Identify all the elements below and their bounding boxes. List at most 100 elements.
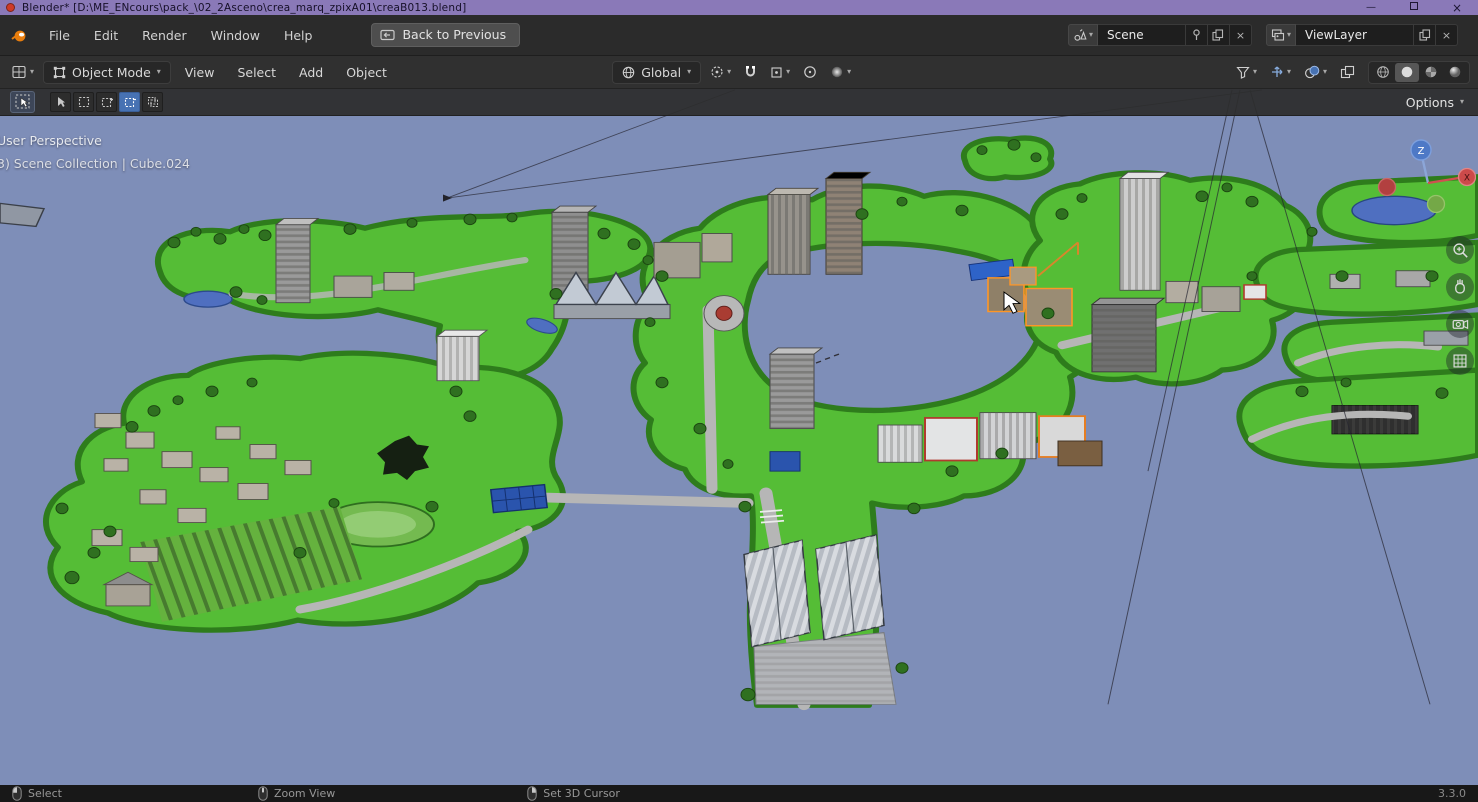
viewport-3d[interactable]: Options ▾ User Perspective 3) Scene Coll…: [0, 89, 1478, 785]
tweak-icon: [55, 96, 67, 108]
proportional-circle-icon: [803, 65, 817, 79]
hand-icon: [1449, 276, 1471, 298]
mode-selector[interactable]: Object Mode ▾: [43, 61, 171, 84]
status-cursor-hint: Set 3D Cursor: [527, 786, 620, 801]
blender-logo-icon[interactable]: [8, 28, 36, 43]
maximize-button[interactable]: [1410, 2, 1418, 13]
left-mouse-icon: [12, 786, 22, 801]
solar-panel-array[interactable]: [491, 485, 547, 513]
chevron-down-icon: ▾: [1089, 31, 1093, 39]
remove-viewlayer-button[interactable]: ×: [1436, 24, 1458, 46]
new-scene-button[interactable]: [1208, 24, 1230, 46]
select-mode-group: [50, 92, 163, 112]
statusbar: Select Zoom View Set 3D Cursor 3.3.0: [0, 785, 1478, 802]
status-select-label: Select: [28, 787, 62, 800]
maximize-icon: [1410, 2, 1418, 10]
menu-edit[interactable]: Edit: [83, 23, 129, 48]
pivot-point-selector[interactable]: ▾: [706, 61, 735, 84]
window-controls: — ×: [1366, 2, 1472, 13]
menu-file[interactable]: File: [38, 23, 81, 48]
greenhouse-1[interactable]: [744, 540, 810, 646]
gizmo-arrows-icon: [1270, 65, 1284, 79]
select-mode-intersect-button[interactable]: [142, 92, 163, 112]
select-new-icon: [78, 96, 90, 108]
active-tool-select-box-button[interactable]: [10, 91, 35, 113]
select-subtract-icon: [124, 96, 136, 108]
viewport-nav-buttons: [1446, 236, 1474, 375]
xray-toggle-button[interactable]: [1336, 61, 1359, 84]
tool-settings-bar: Options ▾: [0, 89, 1478, 116]
menu-help[interactable]: Help: [273, 23, 324, 48]
status-zoom-hint: Zoom View: [258, 786, 335, 801]
snap-toggle-button[interactable]: [740, 61, 761, 84]
magnifier-icon: [1449, 239, 1471, 261]
ortho-grid-icon: [1449, 350, 1471, 372]
proportional-falloff-selector[interactable]: ▾: [826, 61, 855, 84]
gizmo-axis-y[interactable]: [1428, 196, 1445, 213]
solid-icon: [1400, 65, 1414, 79]
pin-scene-button[interactable]: [1186, 24, 1208, 46]
greenhouse-2[interactable]: [816, 535, 884, 640]
shading-rendered-button[interactable]: [1443, 63, 1467, 82]
proportional-editing-toggle[interactable]: [799, 61, 821, 84]
chevron-down-icon: ▾: [1460, 98, 1464, 106]
gizmos-toggle-button[interactable]: ▾: [1266, 61, 1295, 84]
overlays-icon: [1304, 65, 1320, 79]
building-white-block[interactable]: [437, 330, 487, 381]
menu-render[interactable]: Render: [131, 23, 198, 48]
browse-scene-button[interactable]: ▾: [1068, 24, 1098, 46]
shading-wireframe-button[interactable]: [1371, 63, 1395, 82]
scene-name-field[interactable]: Scene: [1098, 24, 1186, 46]
transform-orientation-selector[interactable]: Global ▾: [612, 61, 701, 84]
menu-add[interactable]: Add: [290, 61, 332, 84]
covered-bridge-building[interactable]: [554, 273, 670, 319]
minimize-button[interactable]: —: [1366, 3, 1376, 13]
building-tower-a[interactable]: [768, 188, 818, 274]
round-plaza[interactable]: [704, 296, 744, 331]
building-dark-tower[interactable]: [1092, 298, 1164, 372]
blue-utility-box[interactable]: [770, 452, 800, 472]
pan-button[interactable]: [1446, 273, 1474, 301]
shading-mode-group: [1368, 61, 1470, 84]
view-perspective-label: User Perspective: [0, 133, 102, 148]
menu-window[interactable]: Window: [200, 23, 271, 48]
shading-solid-button[interactable]: [1395, 63, 1419, 82]
unlink-scene-button[interactable]: ×: [1230, 24, 1252, 46]
select-intersect-icon: [147, 96, 159, 108]
back-icon: [380, 29, 395, 41]
menu-object[interactable]: Object: [337, 61, 396, 84]
menu-select[interactable]: Select: [228, 61, 285, 84]
new-viewlayer-button[interactable]: [1414, 24, 1436, 46]
xray-icon: [1340, 65, 1355, 79]
shading-material-button[interactable]: [1419, 63, 1443, 82]
editor-type-button[interactable]: ▾: [8, 61, 38, 84]
building-tower-mid[interactable]: [770, 348, 822, 429]
close-button[interactable]: ×: [1452, 3, 1462, 13]
pin-icon: [1191, 29, 1202, 41]
back-to-previous-button[interactable]: Back to Previous: [371, 23, 520, 47]
select-mode-subtract-button[interactable]: [119, 92, 140, 112]
select-extend-icon: [101, 96, 113, 108]
options-dropdown[interactable]: Options ▾: [1406, 95, 1468, 110]
browse-viewlayer-button[interactable]: ▾: [1266, 24, 1296, 46]
overlays-toggle-button[interactable]: ▾: [1300, 61, 1331, 84]
menu-view[interactable]: View: [176, 61, 224, 84]
dark-lot[interactable]: [1332, 406, 1418, 434]
zoom-button[interactable]: [1446, 236, 1474, 264]
gizmo-axis-x-neg[interactable]: [1379, 179, 1396, 196]
select-mode-extend-button[interactable]: [96, 92, 117, 112]
navigation-gizmo[interactable]: Z X: [1376, 133, 1476, 223]
viewport-canvas[interactable]: [0, 89, 1478, 785]
perspective-toggle-button[interactable]: [1446, 347, 1474, 375]
select-mode-new-button[interactable]: [73, 92, 94, 112]
camera-view-button[interactable]: [1446, 310, 1474, 338]
viewlayer-icon: [1271, 28, 1285, 42]
chevron-down-icon: ▾: [687, 68, 691, 76]
funnel-icon: [1236, 66, 1250, 79]
viewlayer-name-field[interactable]: ViewLayer: [1296, 24, 1414, 46]
status-cursor-label: Set 3D Cursor: [543, 787, 620, 800]
snap-settings-button[interactable]: ▾: [766, 61, 794, 84]
object-visibility-filter-button[interactable]: ▾: [1232, 61, 1261, 84]
select-mode-tweak-button[interactable]: [50, 92, 71, 112]
island-finger-mid[interactable]: [1256, 242, 1478, 314]
